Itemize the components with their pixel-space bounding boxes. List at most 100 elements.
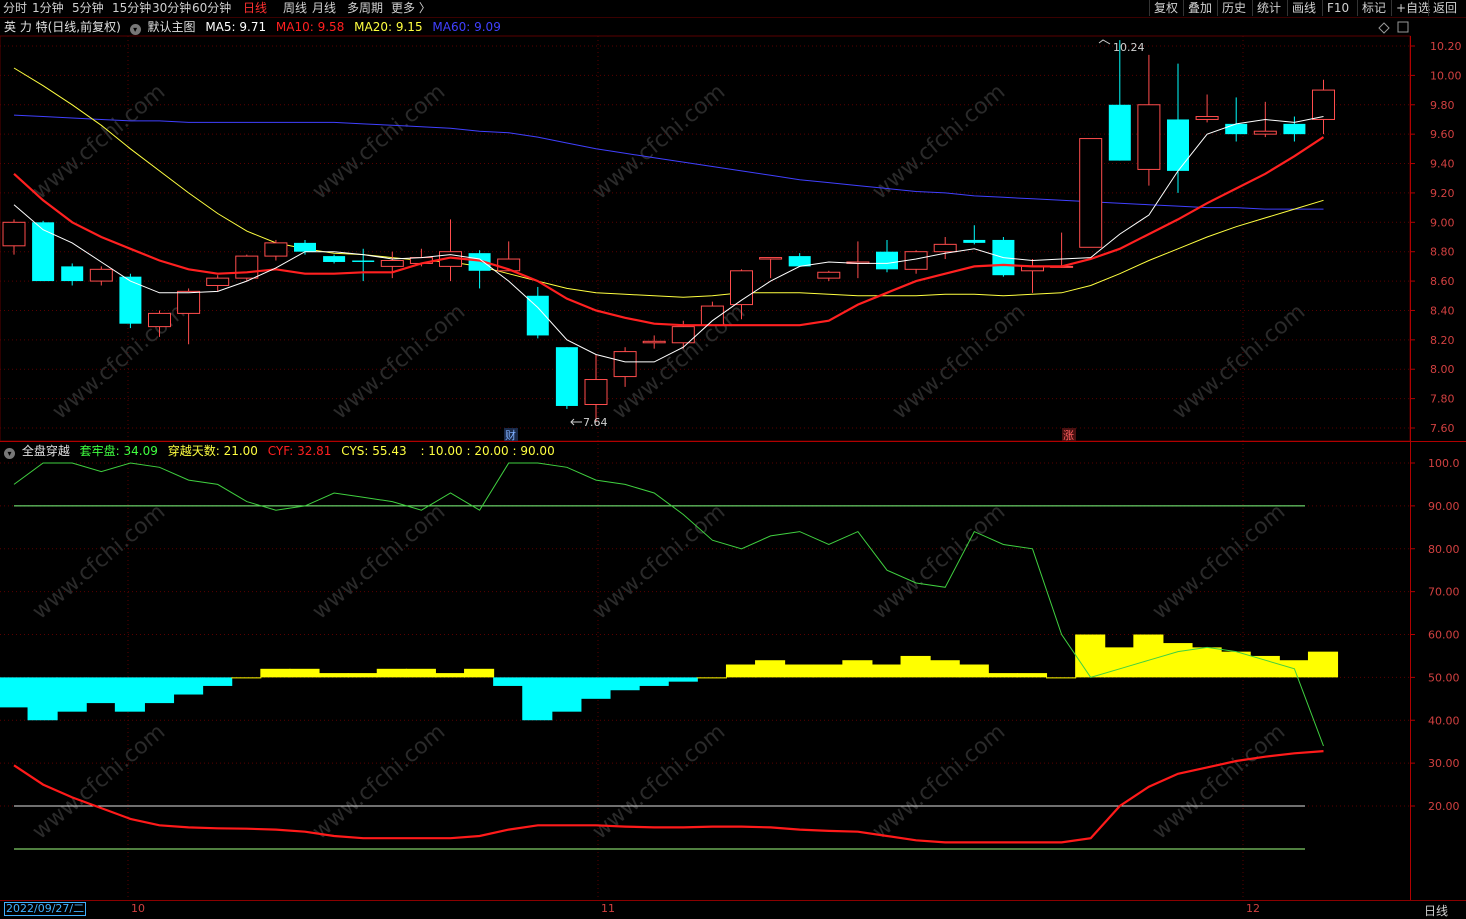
stock-title[interactable]: 英 力 特(日线,前复权)	[4, 20, 121, 34]
toolbar-button-1[interactable]: 叠加	[1183, 0, 1216, 16]
indicator-bar	[347, 673, 378, 678]
pane-close-icon[interactable]	[1397, 21, 1409, 33]
indicator-bar	[405, 668, 436, 678]
watermark-text: www.cfchi.com	[328, 299, 470, 424]
period-tab-3[interactable]: 15分钟	[112, 0, 151, 16]
candle	[526, 286, 549, 339]
period-label[interactable]: 日线	[1424, 902, 1448, 919]
candle	[323, 254, 346, 264]
svg-text:财: 财	[505, 428, 516, 442]
indicator-bar	[696, 677, 727, 679]
candle-body	[323, 256, 346, 262]
indicator-tick-label: 60.00	[1428, 629, 1460, 642]
candle	[439, 219, 462, 282]
period-tab-9[interactable]: 多周期	[347, 0, 383, 16]
indicator-bar	[1220, 651, 1251, 678]
candle	[1283, 116, 1306, 142]
toolbar-button-0[interactable]: 复权	[1149, 0, 1182, 16]
indicator-name[interactable]: 全盘穿越	[22, 444, 70, 458]
toolbar-button-2[interactable]: 历史	[1217, 0, 1250, 16]
period-toolbar: 分时 1分钟 5分钟 15分钟 30分钟 60分钟 日线 周线 月线 多周期 更多 〉 复权 叠加 历史统…	[0, 0, 1466, 18]
candle-body	[1195, 116, 1219, 120]
candle-body	[759, 257, 783, 260]
period-tab-8[interactable]: 月线	[312, 0, 336, 16]
candle	[1312, 79, 1335, 135]
svg-text:涨: 涨	[1063, 429, 1074, 442]
watermark-text: www.cfchi.com	[28, 719, 170, 844]
candle-body	[1283, 123, 1306, 135]
toolbar-button-3[interactable]: 统计	[1252, 0, 1285, 16]
indicator-bar	[56, 677, 87, 712]
period-tab-2[interactable]: 5分钟	[72, 0, 104, 16]
indicator-bar	[202, 677, 233, 686]
indicator-bar	[667, 677, 698, 682]
candle	[1050, 232, 1074, 268]
event-marker-zhang[interactable]: 涨	[1062, 428, 1076, 442]
indicator-bar	[173, 677, 204, 695]
candle-body	[1253, 130, 1277, 135]
candle	[846, 241, 870, 279]
month-label-oct: 10	[131, 902, 145, 915]
tl-value: 套牢盘: 34.09	[79, 444, 158, 458]
indicator-bar	[0, 677, 29, 708]
candle-body	[61, 266, 84, 282]
watermark-text: www.cfchi.com	[588, 79, 730, 204]
watermark-text: www.cfchi.com	[308, 499, 450, 624]
candle-body	[148, 312, 171, 328]
low-label: 7.64	[583, 416, 608, 429]
candle	[1225, 97, 1248, 142]
candle-body	[89, 268, 113, 282]
candle	[380, 251, 404, 279]
indicator-bar	[289, 668, 320, 678]
indicator-tick-label: 20.00	[1428, 800, 1460, 813]
price-tick-label: 9.60	[1430, 128, 1455, 141]
price-tick-label: 10.00	[1430, 69, 1462, 82]
event-marker-cai[interactable]: 财	[504, 428, 518, 442]
candle	[817, 270, 841, 282]
watermark-text: www.cfchi.com	[888, 299, 1030, 424]
indicator-bar	[958, 664, 989, 678]
candle-body	[1312, 89, 1335, 120]
watermarks: www.cfchi.com www.cfchi.com www.cfchi.com w…	[28, 79, 1310, 844]
indicator-bar	[114, 677, 145, 712]
indicator-tick-label: 30.00	[1428, 757, 1460, 770]
toolbar-button-6[interactable]: 标记	[1357, 0, 1390, 16]
candle	[904, 250, 928, 274]
period-tab-5[interactable]: 60分钟	[192, 0, 231, 16]
toolbar-button-4[interactable]: 画线	[1287, 0, 1320, 16]
candle-body	[177, 290, 201, 314]
candle-body	[933, 243, 957, 253]
candle-body	[730, 270, 753, 306]
indicator-bar	[1162, 643, 1193, 678]
period-tab-1[interactable]: 1分钟	[32, 0, 64, 16]
toolbar-button-5[interactable]: F10	[1322, 0, 1353, 16]
candle	[1137, 54, 1161, 186]
high-annotation: 10.24	[1098, 39, 1145, 54]
cys-value: CYS: 55.43	[341, 444, 407, 458]
pane-diamond-icon[interactable]	[1378, 22, 1390, 34]
period-tab-4[interactable]: 30分钟	[152, 0, 191, 16]
indicator-bar	[27, 677, 58, 721]
period-tab-10[interactable]: 更多 〉	[391, 0, 431, 16]
template-name[interactable]: 默认主图	[147, 20, 195, 34]
cyf-value: CYF: 32.81	[267, 444, 332, 458]
watermark-text: www.cfchi.com	[1168, 299, 1310, 424]
candle	[1079, 138, 1103, 248]
indicator-dropdown-icon[interactable]: ▾	[4, 448, 15, 459]
indicator-bar	[231, 677, 262, 679]
period-tab-0[interactable]: 分时	[3, 0, 27, 16]
toolbar-button-8[interactable]: 返回	[1428, 0, 1461, 16]
period-tab-7[interactable]: 周线	[283, 0, 307, 16]
price-tick-label: 8.40	[1430, 304, 1455, 317]
indicator-bars	[0, 634, 1339, 721]
price-tick-label: 9.40	[1430, 158, 1455, 171]
indicator-bar	[318, 673, 349, 678]
indicator-bar	[551, 677, 582, 712]
watermark-text: www.cfchi.com	[308, 719, 450, 844]
indicator-bar	[609, 677, 640, 691]
candle	[963, 225, 986, 245]
indicator-bar	[464, 668, 495, 678]
watermark-text: www.cfchi.com	[868, 79, 1010, 204]
period-tab-6[interactable]: 日线	[243, 0, 267, 16]
template-dropdown-icon[interactable]: ▾	[129, 24, 141, 35]
